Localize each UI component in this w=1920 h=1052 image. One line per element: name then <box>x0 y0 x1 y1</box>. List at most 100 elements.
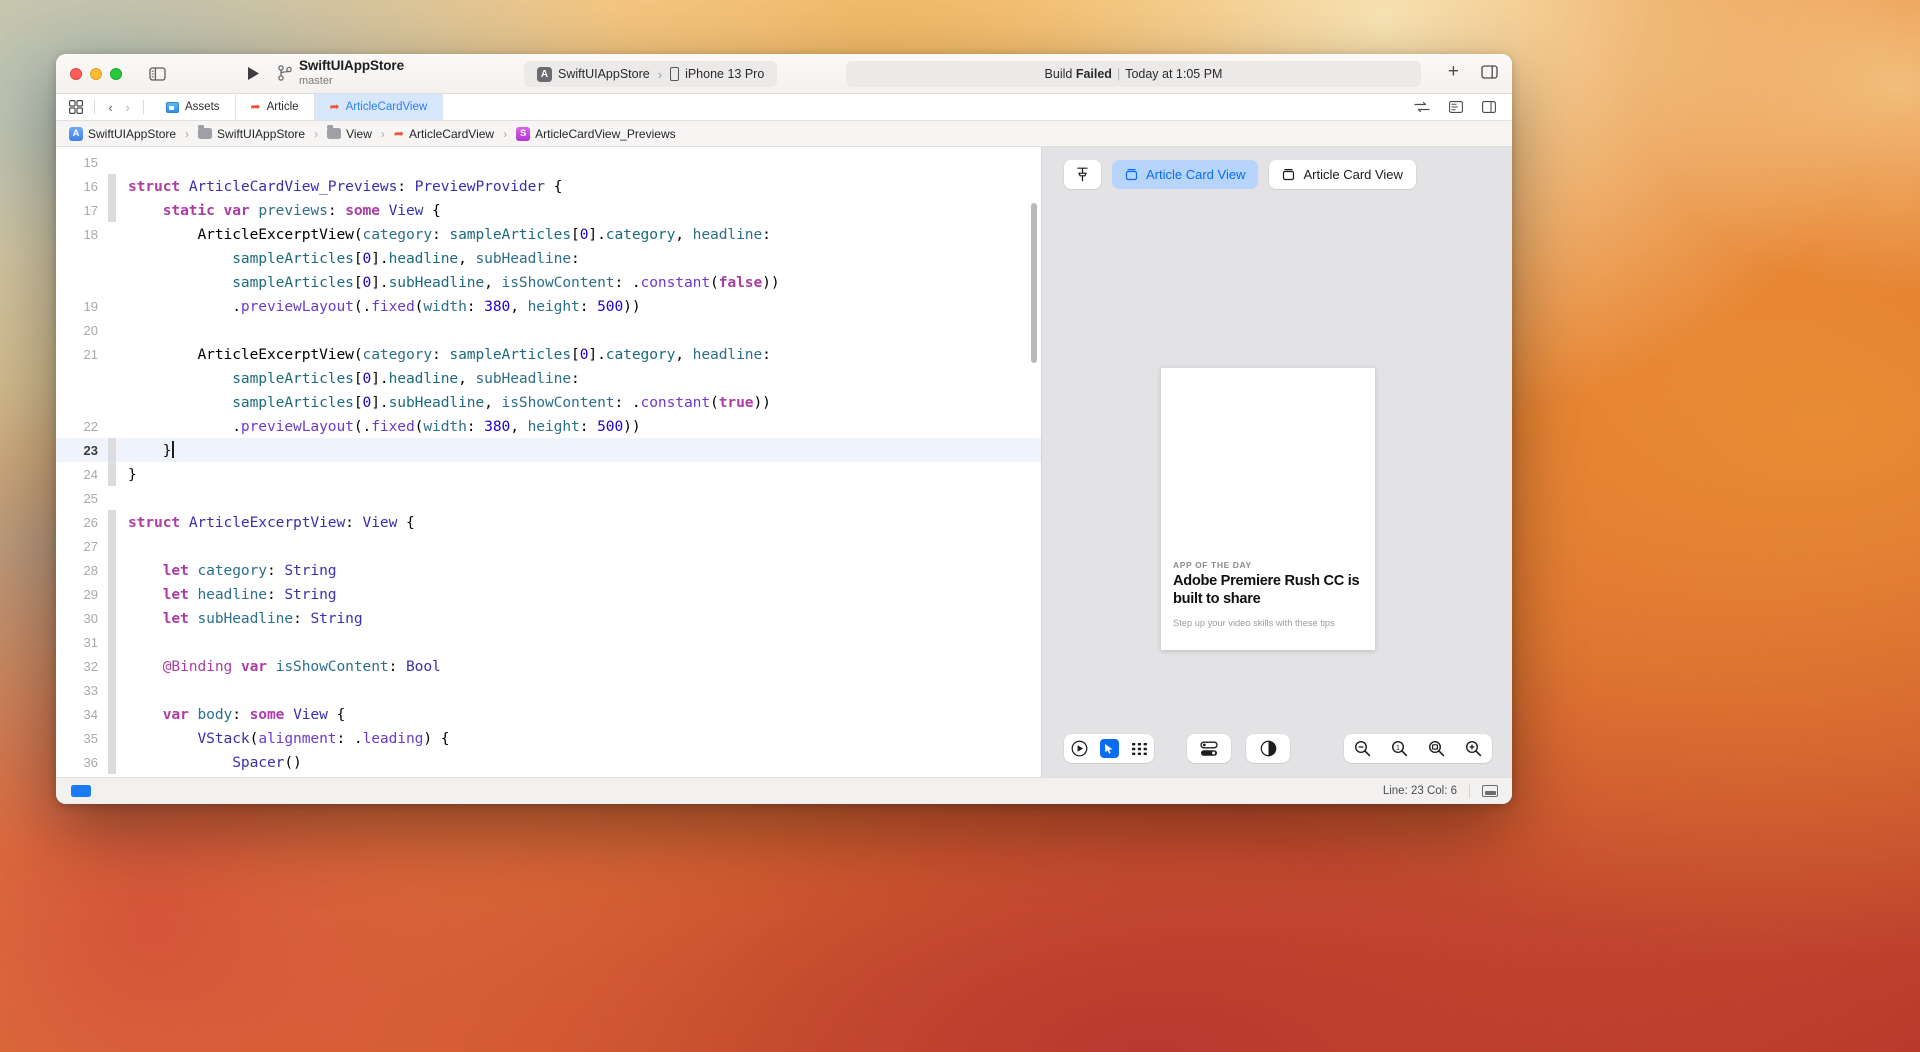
code-line[interactable]: 34 var body: some View { <box>56 702 1041 726</box>
tab-article[interactable]: ➦ Article <box>236 94 315 120</box>
zoom-to-fit-icon[interactable] <box>1418 734 1455 763</box>
code-line[interactable]: sampleArticles[0].headline, subHeadline: <box>56 246 1041 270</box>
breadcrumb-item-group[interactable]: SwiftUIAppStore <box>195 127 308 141</box>
breadcrumb-item-file[interactable]: ➦ ArticleCardView <box>391 127 497 141</box>
code-fold-ribbon[interactable] <box>108 486 116 510</box>
code-text[interactable]: } <box>116 441 174 459</box>
code-fold-ribbon[interactable] <box>108 198 116 222</box>
minimize-button[interactable] <box>90 68 102 80</box>
code-fold-ribbon[interactable] <box>108 510 116 534</box>
code-text[interactable]: let headline: String <box>116 586 337 603</box>
go-forward-icon[interactable]: › <box>119 100 136 115</box>
code-fold-ribbon[interactable] <box>108 342 116 366</box>
code-text[interactable]: struct ArticleCardView_Previews: Preview… <box>116 178 562 195</box>
code-fold-ribbon[interactable] <box>108 678 116 702</box>
tab-assets[interactable]: Assets <box>151 94 236 120</box>
code-line[interactable]: 33 <box>56 678 1041 702</box>
tab-overview-icon[interactable] <box>65 100 87 114</box>
code-text[interactable]: static var previews: some View { <box>116 202 441 219</box>
code-fold-ribbon[interactable] <box>108 438 116 462</box>
code-line[interactable]: 17 static var previews: some View { <box>56 198 1041 222</box>
breadcrumb-item-symbol[interactable]: S ArticleCardView_Previews <box>513 127 679 141</box>
live-preview-icon[interactable] <box>1064 734 1094 763</box>
code-text[interactable]: .previewLayout(.fixed(width: 380, height… <box>116 298 641 315</box>
related-items-icon[interactable] <box>1414 101 1430 113</box>
code-text[interactable]: let category: String <box>116 562 337 579</box>
run-destination-selector[interactable]: A SwiftUIAppStore › iPhone 13 Pro <box>524 61 777 87</box>
code-text[interactable]: } <box>116 466 137 483</box>
code-line[interactable]: 31 <box>56 630 1041 654</box>
code-line[interactable]: 15 <box>56 150 1041 174</box>
code-line[interactable]: 29 let headline: String <box>56 582 1041 606</box>
code-fold-ribbon[interactable] <box>108 462 116 486</box>
code-line[interactable]: sampleArticles[0].subHeadline, isShowCon… <box>56 270 1041 294</box>
navigator-toggle-icon[interactable] <box>71 785 91 797</box>
sidebar-toggle-icon[interactable] <box>144 63 170 85</box>
preview-tab-0[interactable]: Article Card View <box>1112 160 1258 189</box>
zoom-actual-size-icon[interactable]: 1 <box>1381 734 1418 763</box>
code-line[interactable]: 27 <box>56 534 1041 558</box>
zoom-in-icon[interactable] <box>1455 734 1492 763</box>
code-fold-ribbon[interactable] <box>108 606 116 630</box>
code-text[interactable]: sampleArticles[0].subHeadline, isShowCon… <box>116 274 780 291</box>
code-text[interactable]: struct ArticleExcerptView: View { <box>116 514 415 531</box>
code-text[interactable]: let subHeadline: String <box>116 610 363 627</box>
appearance-button[interactable] <box>1246 734 1290 763</box>
code-line[interactable]: sampleArticles[0].subHeadline, isShowCon… <box>56 390 1041 414</box>
code-line[interactable]: 28 let category: String <box>56 558 1041 582</box>
code-line[interactable]: 16struct ArticleCardView_Previews: Previ… <box>56 174 1041 198</box>
zoom-button[interactable] <box>110 68 122 80</box>
preview-tab-1[interactable]: Article Card View <box>1269 160 1415 189</box>
code-text[interactable]: var body: some View { <box>116 706 345 723</box>
code-line[interactable]: 23 } <box>56 438 1041 462</box>
code-fold-ribbon[interactable] <box>108 630 116 654</box>
code-text[interactable]: sampleArticles[0].headline, subHeadline: <box>116 370 580 387</box>
code-fold-ribbon[interactable] <box>108 702 116 726</box>
code-text[interactable]: sampleArticles[0].headline, subHeadline: <box>116 250 580 267</box>
minimap-icon[interactable] <box>1449 101 1463 113</box>
code-fold-ribbon[interactable] <box>108 654 116 678</box>
code-line[interactable]: 35 VStack(alignment: .leading) { <box>56 726 1041 750</box>
code-line[interactable]: 21 ArticleExcerptView(category: sampleAr… <box>56 342 1041 366</box>
code-fold-ribbon[interactable] <box>108 534 116 558</box>
editor-scrollbar[interactable] <box>1031 203 1037 363</box>
code-line[interactable]: 19 .previewLayout(.fixed(width: 380, hei… <box>56 294 1041 318</box>
scheme-selector[interactable]: SwiftUIAppStore master <box>278 59 404 87</box>
code-fold-ribbon[interactable] <box>108 222 116 246</box>
add-assistant-editor-icon[interactable] <box>1482 101 1496 113</box>
inspector-toggle-icon[interactable] <box>1481 65 1498 79</box>
code-line[interactable]: 24} <box>56 462 1041 486</box>
preview-device-card[interactable]: APP OF THE DAY Adobe Premiere Rush CC is… <box>1161 368 1375 650</box>
code-fold-ribbon[interactable] <box>108 558 116 582</box>
code-fold-ribbon[interactable] <box>108 246 116 270</box>
add-editor-button[interactable]: + <box>1448 62 1459 81</box>
code-fold-ribbon[interactable] <box>108 750 116 774</box>
code-fold-ribbon[interactable] <box>108 318 116 342</box>
code-fold-ribbon[interactable] <box>108 150 116 174</box>
code-fold-ribbon[interactable] <box>108 270 116 294</box>
code-text[interactable]: ArticleExcerptView(category: sampleArtic… <box>116 346 771 363</box>
code-text[interactable]: ArticleExcerptView(category: sampleArtic… <box>116 226 771 243</box>
code-fold-ribbon[interactable] <box>108 366 116 390</box>
code-line[interactable]: 20 <box>56 318 1041 342</box>
code-fold-ribbon[interactable] <box>108 294 116 318</box>
device-settings-button[interactable] <box>1187 734 1231 763</box>
code-fold-ribbon[interactable] <box>108 414 116 438</box>
code-line[interactable]: sampleArticles[0].headline, subHeadline: <box>56 366 1041 390</box>
code-line[interactable]: 26struct ArticleExcerptView: View { <box>56 510 1041 534</box>
zoom-out-icon[interactable] <box>1344 734 1381 763</box>
variants-grid-icon[interactable] <box>1124 734 1154 763</box>
code-line[interactable]: 36 Spacer() <box>56 750 1041 774</box>
code-line[interactable]: 18 ArticleExcerptView(category: sampleAr… <box>56 222 1041 246</box>
code-text[interactable]: .previewLayout(.fixed(width: 380, height… <box>116 418 641 435</box>
selectable-mode-icon[interactable] <box>1094 734 1124 763</box>
tab-articlecardview[interactable]: ➦ ArticleCardView <box>315 94 444 120</box>
source-editor[interactable]: 1516struct ArticleCardView_Previews: Pre… <box>56 147 1041 777</box>
code-fold-ribbon[interactable] <box>108 582 116 606</box>
breadcrumb-item-view[interactable]: View <box>324 127 375 141</box>
code-text[interactable]: @Binding var isShowContent: Bool <box>116 658 441 675</box>
code-fold-ribbon[interactable] <box>108 390 116 414</box>
code-line[interactable]: 22 .previewLayout(.fixed(width: 380, hei… <box>56 414 1041 438</box>
console-toggle-icon[interactable] <box>1482 785 1498 797</box>
go-back-icon[interactable]: ‹ <box>102 100 119 115</box>
